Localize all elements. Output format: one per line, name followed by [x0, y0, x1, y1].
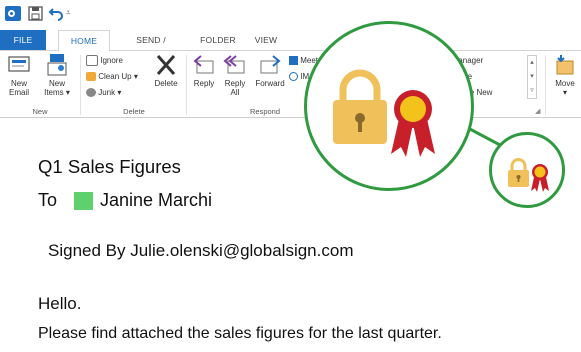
clean-up-icon — [86, 72, 96, 82]
message-greeting: Hello. — [38, 294, 82, 313]
delete-label: Delete — [154, 79, 178, 88]
magnified-security-badge — [304, 21, 474, 191]
tab-folder[interactable]: FOLDER — [196, 30, 240, 50]
reply-label: Reply — [193, 79, 215, 88]
reply-all-label-1: Reply — [224, 79, 246, 88]
tab-view[interactable]: VIEW — [250, 30, 282, 50]
clean-up-label: Clean Up — [98, 72, 132, 81]
reply-button[interactable]: Reply — [190, 53, 218, 88]
ignore-button[interactable]: Ignore — [86, 55, 123, 67]
tab-home[interactable]: HOME — [58, 30, 110, 51]
save-icon[interactable] — [28, 6, 44, 21]
lock-icon — [508, 158, 529, 187]
quick-access-dropdown-icon[interactable]: ⩡ — [66, 8, 71, 18]
new-items-label-1: New — [48, 79, 65, 88]
security-badge[interactable] — [489, 132, 565, 208]
recipient-name[interactable]: Janine Marchi — [100, 190, 212, 211]
quicksteps-scroll[interactable]: ▴ ▾ ▿ — [527, 55, 537, 99]
clean-up-dropdown-icon: ▾ — [131, 72, 138, 81]
move-button[interactable]: Move ▾ — [551, 53, 579, 97]
forward-button[interactable]: Forward — [252, 53, 288, 88]
dialog-launcher-icon[interactable]: ◢ — [535, 107, 540, 115]
contact-status-indicator — [74, 192, 93, 210]
new-email-button[interactable]: New Email — [2, 53, 36, 97]
group-divider — [186, 55, 187, 115]
junk-icon — [86, 88, 96, 98]
junk-button[interactable]: Junk ▾ — [86, 87, 121, 99]
new-items-label-2: Items — [44, 88, 64, 97]
new-email-label-1: New — [10, 79, 27, 88]
lock-icon — [333, 69, 387, 144]
reply-all-button[interactable]: Reply All — [220, 53, 250, 97]
undo-icon[interactable] — [48, 6, 64, 21]
signed-by-line: Signed By Julie.olenski@globalsign.com — [48, 241, 354, 260]
title-bar: ⩡ — [0, 0, 581, 30]
new-email-label-2: Email — [8, 88, 29, 97]
junk-label: Junk — [98, 88, 116, 97]
clean-up-button[interactable]: Clean Up ▾ — [86, 71, 138, 83]
message-subject: Q1 Sales Figures — [38, 156, 181, 177]
tab-file[interactable]: FILE — [0, 30, 46, 50]
move-dropdown-icon: ▾ — [562, 88, 567, 97]
group-delete-label: Delete — [123, 107, 145, 116]
delete-icon — [156, 55, 176, 75]
junk-dropdown-icon: ▾ — [115, 88, 122, 97]
new-items-button[interactable]: New Items ▾ — [38, 53, 76, 97]
move-label: Move — [555, 79, 575, 88]
group-divider — [80, 55, 81, 115]
move-icon — [556, 55, 574, 75]
group-new-label: New — [32, 107, 48, 116]
outlook-icon — [5, 6, 21, 21]
delete-button[interactable]: Delete — [150, 53, 182, 88]
reply-icon — [193, 55, 214, 74]
reply-all-label-2: All — [230, 88, 240, 97]
im-icon — [289, 72, 298, 82]
ignore-icon — [86, 55, 98, 67]
new-email-icon — [8, 56, 30, 72]
new-items-dropdown-icon: ▾ — [63, 88, 70, 97]
forward-icon — [260, 55, 281, 74]
reply-all-icon — [223, 55, 245, 74]
meeting-icon — [289, 56, 298, 66]
certificate-ribbon-icon — [391, 90, 435, 157]
forward-label: Forward — [255, 79, 285, 88]
tab-send-receive[interactable]: SEND / RECEIVE — [118, 30, 184, 65]
certificate-ribbon-icon — [531, 164, 549, 192]
group-divider — [545, 55, 546, 115]
group-respond-label: Respond — [249, 107, 281, 116]
ribbon-tabs: FILE HOME SEND / RECEIVE FOLDER VIEW — [0, 30, 581, 65]
ribbon: New Email New Items ▾ New Ignore Clean U… — [0, 51, 581, 118]
to-label: To — [38, 190, 58, 210]
message-body: Please find attached the sales figures f… — [38, 325, 442, 342]
new-items-icon — [47, 54, 67, 76]
ignore-label: Ignore — [100, 56, 123, 65]
